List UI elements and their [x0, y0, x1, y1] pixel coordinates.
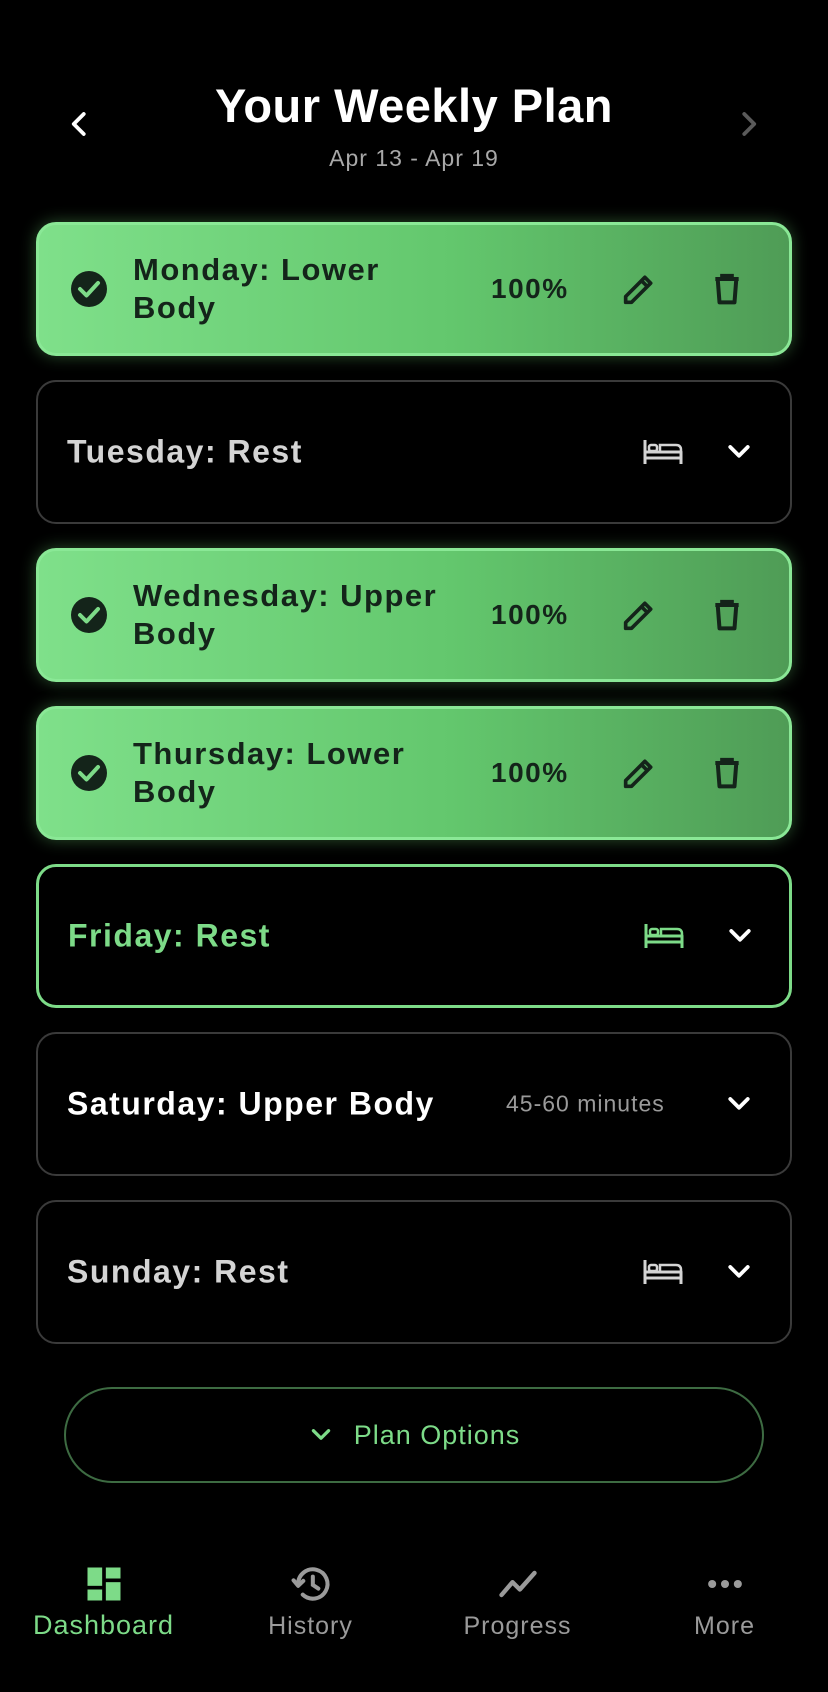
day-title: Wednesday: Upper Body — [133, 578, 438, 651]
date-range: Apr 13 - Apr 19 — [329, 145, 499, 171]
bed-icon — [643, 440, 683, 464]
header: Your Weekly Plan Apr 13 - Apr 19 — [0, 0, 828, 200]
bottom-navigation: Dashboard History Progress More — [0, 1540, 828, 1692]
day-title: Thursday: Lower Body — [133, 736, 406, 809]
chevron-down-icon[interactable] — [724, 1257, 754, 1287]
chevron-down-icon[interactable] — [724, 437, 754, 467]
edit-icon[interactable] — [619, 269, 659, 309]
day-title: Tuesday: Rest — [67, 433, 303, 470]
history-icon — [291, 1567, 330, 1601]
bed-icon — [643, 1260, 683, 1284]
nav-history[interactable]: History — [207, 1540, 414, 1660]
day-progress: 100% — [491, 599, 569, 630]
check-circle-icon — [71, 597, 107, 633]
edit-icon[interactable] — [619, 595, 659, 635]
more-dots-icon — [707, 1579, 742, 1589]
day-card-sunday[interactable]: Sunday: Rest — [36, 1200, 792, 1344]
nav-label: Progress — [463, 1612, 572, 1640]
day-card-wednesday[interactable]: Wednesday: Upper Body 100% — [36, 548, 792, 682]
nav-dashboard[interactable]: Dashboard — [0, 1540, 207, 1660]
trash-icon[interactable] — [707, 595, 747, 635]
chevron-right-icon — [742, 112, 757, 136]
plan-options-button[interactable]: Plan Options — [64, 1387, 764, 1483]
day-title: Monday: Lower Body — [133, 252, 380, 325]
trending-icon — [498, 1570, 537, 1598]
nav-more[interactable]: More — [621, 1540, 828, 1660]
day-title: Saturday: Upper Body — [67, 1085, 435, 1122]
day-title: Sunday: Rest — [67, 1253, 290, 1290]
trash-icon[interactable] — [707, 269, 747, 309]
check-circle-icon — [71, 755, 107, 791]
nav-label: More — [694, 1612, 755, 1640]
day-progress: 100% — [491, 273, 569, 304]
chevron-down-icon — [311, 1429, 330, 1440]
day-progress: 100% — [491, 757, 569, 788]
day-card-monday[interactable]: Monday: Lower Body 100% — [36, 222, 792, 356]
plan-options-label: Plan Options — [353, 1419, 521, 1450]
nav-label: Dashboard — [32, 1610, 175, 1640]
bed-icon — [644, 924, 684, 948]
check-circle-icon — [71, 271, 107, 307]
chevron-down-icon[interactable] — [725, 921, 755, 951]
day-card-friday[interactable]: Friday: Rest — [36, 864, 792, 1008]
day-title: Friday: Rest — [68, 917, 271, 954]
page-title: Your Weekly Plan — [214, 79, 614, 132]
nav-progress[interactable]: Progress — [414, 1540, 621, 1660]
edit-icon[interactable] — [619, 753, 659, 793]
day-card-tuesday[interactable]: Tuesday: Rest — [36, 380, 792, 524]
next-week-button[interactable] — [720, 96, 776, 152]
workout-duration: 45-60 minutes — [506, 1090, 665, 1117]
dashboard-icon — [87, 1567, 120, 1601]
chevron-down-icon[interactable] — [724, 1089, 754, 1119]
day-card-thursday[interactable]: Thursday: Lower Body 100% — [36, 706, 792, 840]
day-card-saturday[interactable]: Saturday: Upper Body 45-60 minutes — [36, 1032, 792, 1176]
trash-icon[interactable] — [707, 753, 747, 793]
nav-label: History — [268, 1612, 353, 1640]
